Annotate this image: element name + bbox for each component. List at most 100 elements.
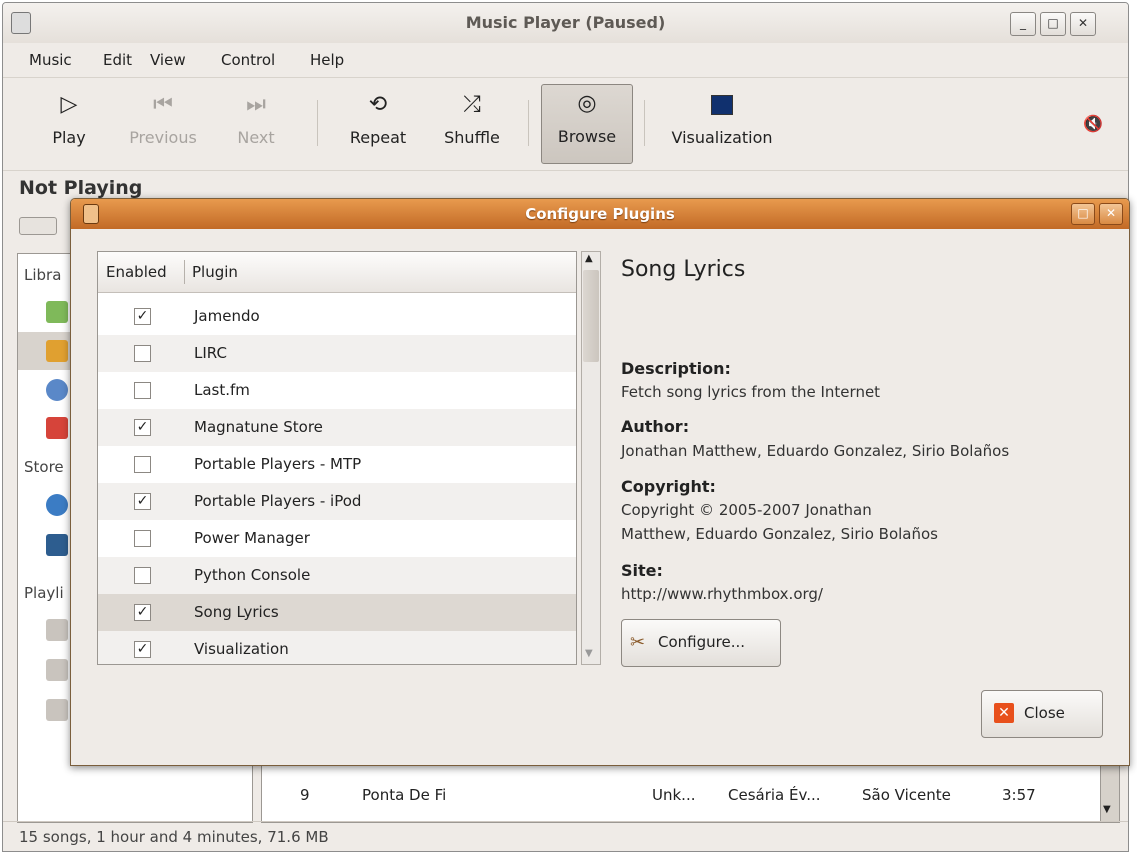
menu-view[interactable]: View [150,51,186,69]
dialog-maximize-button[interactable]: □ [1071,203,1095,225]
next-icon: ⏭ [246,92,266,117]
gear-icon[interactable] [46,619,68,641]
section-library: Libra [24,266,62,284]
maximize-button[interactable]: □ [1040,12,1066,36]
toolbar: ▷ Play ⏮ Previous ⏭ Next ⟲ Repeat ⤮ Shuf… [3,77,1128,171]
plugin-checkbox[interactable] [134,530,151,547]
plugin-name: Power Manager [194,529,310,547]
column-plugin[interactable]: Plugin [192,263,238,281]
music-icon[interactable] [46,301,68,323]
toolbar-separator [528,100,529,146]
site-url: http://www.rhythmbox.org/ [621,585,823,603]
browse-icon: ◎ [577,91,597,116]
close-window-button[interactable]: ✕ [1070,12,1096,36]
volume-muted-icon[interactable]: 🔇 [1083,114,1103,133]
plugin-list-scrollbar[interactable]: ▲ ▼ [581,251,601,665]
plugin-name: Jamendo [194,307,260,325]
shuffle-button[interactable]: ⤮ Shuffle [431,86,513,164]
plugin-name: Last.fm [194,381,250,399]
plugin-name: Song Lyrics [194,603,279,621]
plugin-checkbox[interactable] [134,382,151,399]
dialog-title-bar[interactable]: Configure Plugins □ ✕ [71,199,1129,229]
plugin-checkbox[interactable] [134,567,151,584]
plugin-row[interactable]: Python Console [98,557,576,594]
shuffle-icon: ⤮ [463,92,481,117]
configure-plugins-dialog: Configure Plugins □ ✕ Enabled Plugin ✓ Ja… [70,198,1130,766]
plugin-row-selected[interactable]: ✓ Song Lyrics [98,594,576,631]
dialog-close-window-button[interactable]: ✕ [1099,203,1123,225]
plugin-list-header: Enabled Plugin [98,252,576,293]
menu-edit[interactable]: Edit [103,51,132,69]
plugin-name: Python Console [194,566,311,584]
toolbar-separator [644,100,645,146]
menu-music[interactable]: Music [29,51,72,69]
repeat-button[interactable]: ⟲ Repeat [337,86,419,164]
plugin-row[interactable]: Power Manager [98,520,576,557]
jamendo-icon[interactable] [46,494,68,516]
browse-label: Browse [557,127,617,146]
previous-label: Previous [129,128,197,147]
section-playlists: Playli [24,584,64,602]
seek-slider[interactable] [19,217,57,235]
visualization-label: Visualization [671,128,773,147]
plugin-checkbox[interactable]: ✓ [134,419,151,436]
radio-icon[interactable] [46,417,68,439]
shuffle-label: Shuffle [444,128,500,147]
table-row[interactable]: 9 Ponta De Fi Unk... Cesária Év... São V… [262,776,1100,814]
site-label: Site: [621,561,663,580]
plugin-row[interactable]: Portable Players - MTP [98,446,576,483]
gear-icon[interactable] [46,659,68,681]
title-bar[interactable]: Music Player (Paused) _ □ ✕ [3,3,1128,43]
next-label: Next [237,128,275,147]
menu-help[interactable]: Help [310,51,344,69]
play-button[interactable]: ▷ Play [39,86,99,164]
plugin-list: Enabled Plugin ✓ Jamendo LIRC Last.fm ✓ Ma… [97,251,577,665]
plugin-row[interactable]: LIRC [98,335,576,372]
scroll-up-icon[interactable]: ▲ [585,253,593,264]
next-button[interactable]: ⏭ Next [225,86,287,164]
close-button[interactable]: ✕ Close [981,690,1103,738]
plugin-checkbox[interactable]: ✓ [134,308,151,325]
plugin-checkbox[interactable]: ✓ [134,493,151,510]
podcast-icon[interactable] [46,379,68,401]
tools-icon: ✂ [630,632,646,653]
close-icon: ✕ [994,703,1014,723]
plugin-row[interactable]: ✓ Visualization [98,631,576,664]
plugin-name: Portable Players - iPod [194,492,362,510]
description-text: Fetch song lyrics from the Internet [621,383,881,401]
copyright-label: Copyright: [621,477,716,496]
plugin-heading: Song Lyrics [621,257,746,282]
plugin-row[interactable]: ✓ Portable Players - iPod [98,483,576,520]
plugin-name: Portable Players - MTP [194,455,362,473]
plugin-row[interactable]: ✓ Magnatune Store [98,409,576,446]
play-label: Play [52,128,86,147]
browse-button[interactable]: ◎ Browse [541,84,633,164]
plugin-checkbox[interactable]: ✓ [134,604,151,621]
track-number: 9 [300,786,310,804]
track-time: 3:57 [1002,786,1036,804]
status-text: 15 songs, 1 hour and 4 minutes, 71.6 MB [19,828,329,846]
gear-icon[interactable] [46,699,68,721]
visualization-button[interactable]: Visualization [659,86,785,164]
menu-control[interactable]: Control [221,51,275,69]
magnatune-icon[interactable] [46,534,68,556]
plugin-row[interactable]: ✓ Jamendo [98,298,576,335]
previous-button[interactable]: ⏮ Previous [117,86,209,164]
scrollbar-thumb[interactable] [583,270,599,362]
track-title: Ponta De Fi [362,786,447,804]
track-album: São Vicente [862,786,951,804]
description-label: Description: [621,359,731,378]
now-playing-title: Not Playing [19,177,143,199]
author-text: Jonathan Matthew, Eduardo Gonzalez, Siri… [621,442,1010,460]
plugin-checkbox[interactable] [134,345,151,362]
minimize-button[interactable]: _ [1010,12,1036,36]
plugin-checkbox[interactable]: ✓ [134,641,151,658]
scroll-down-icon[interactable]: ▼ [1103,804,1111,815]
configure-button[interactable]: ✂ Configure... [621,619,781,667]
plugin-checkbox[interactable] [134,456,151,473]
column-enabled[interactable]: Enabled [106,263,167,281]
scroll-down-icon[interactable]: ▼ [585,648,593,659]
section-stores: Store [24,458,64,476]
plugin-row[interactable]: Last.fm [98,372,576,409]
configure-label: Configure... [658,633,746,651]
